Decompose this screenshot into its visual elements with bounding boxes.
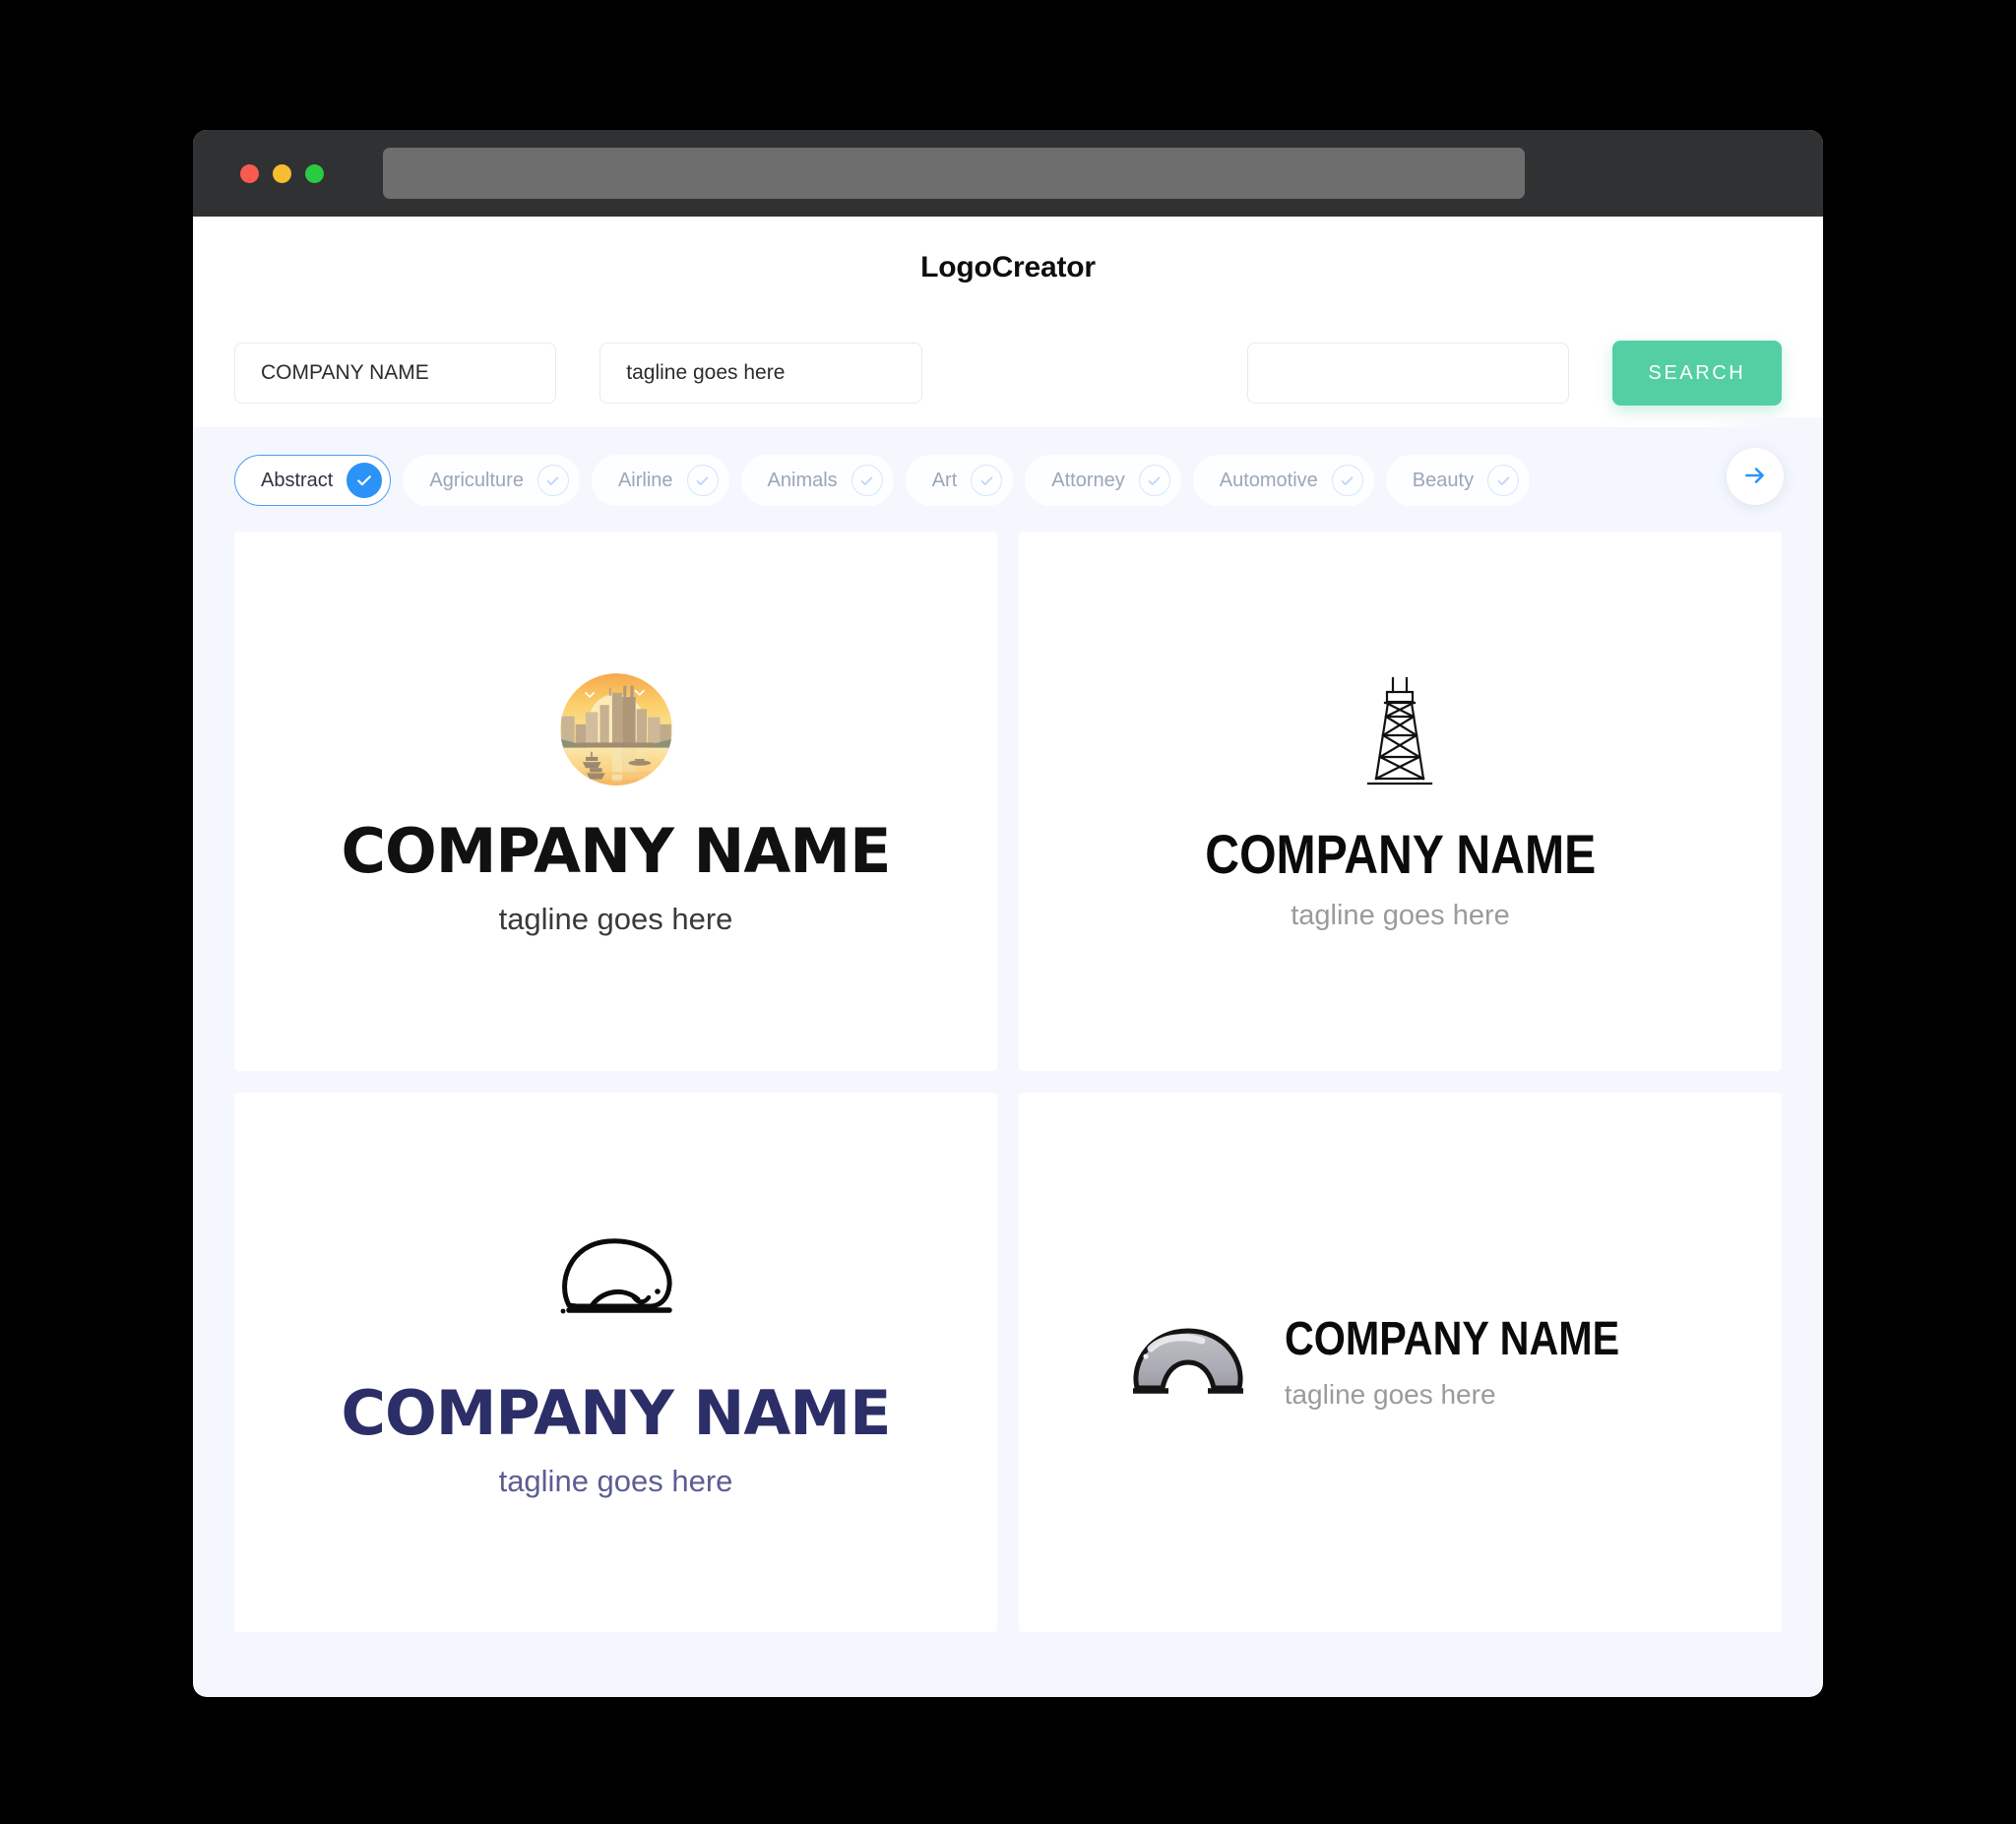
check-circle-icon [850, 465, 883, 496]
logo-card[interactable]: COMPANY NAME tagline goes here [1019, 1093, 1782, 1632]
address-bar-input[interactable] [383, 148, 1525, 199]
logo-preview: COMPANY NAME tagline goes here [342, 668, 891, 934]
logo-card[interactable]: COMPANY NAME tagline goes here [234, 1093, 997, 1632]
logo-company-name: COMPANY NAME [341, 1377, 892, 1449]
check-circle-icon [971, 465, 1003, 496]
check-circle-icon [536, 465, 569, 496]
category-chip-attorney[interactable]: Attorney [1025, 455, 1181, 506]
arrow-right-icon [1742, 463, 1768, 491]
logo-text-block: COMPANY NAME tagline goes here [1285, 1316, 1674, 1409]
check-circle-icon [1487, 465, 1520, 496]
app-title: LogoCreator [920, 251, 1096, 283]
search-toolbar: SEARCH [193, 319, 1823, 427]
category-chip-label: Agriculture [429, 469, 524, 491]
check-circle-filled-icon [346, 463, 383, 498]
close-window-button[interactable] [240, 163, 259, 183]
logo-tagline: tagline goes here [498, 1464, 733, 1498]
category-chip-automotive[interactable]: Automotive [1192, 455, 1374, 506]
logo-preview: COMPANY NAME tagline goes here [1173, 672, 1628, 930]
category-chip-label: Animals [767, 469, 838, 491]
category-chip-beauty[interactable]: Beauty [1385, 455, 1531, 506]
keyword-input[interactable] [1246, 343, 1569, 404]
category-chip-agriculture[interactable]: Agriculture [403, 455, 580, 506]
category-chip-list: Abstract Agriculture Airline Animals Art Atto… [234, 455, 1823, 506]
city-skyline-sunset-icon [555, 673, 677, 794]
category-chip-label: Art [931, 469, 958, 491]
logo-results-grid: COMPANY NAME tagline goes here COMPANY N… [193, 526, 1823, 1671]
traffic-light-buttons [240, 163, 324, 183]
search-button[interactable]: SEARCH [1611, 341, 1783, 406]
logo-card[interactable]: COMPANY NAME tagline goes here [234, 532, 997, 1071]
minimize-window-button[interactable] [273, 163, 291, 183]
category-chip-abstract[interactable]: Abstract [234, 455, 392, 506]
check-circle-icon [1138, 465, 1170, 496]
category-chip-label: Attorney [1051, 469, 1125, 491]
window-titlebar [193, 130, 1823, 217]
logo-company-name: COMPANY NAME [1205, 823, 1596, 885]
check-circle-icon [686, 465, 719, 496]
categories-scroll-next-button[interactable] [1727, 448, 1784, 505]
logo-company-name: COMPANY NAME [341, 815, 892, 887]
category-chip-label: Abstract [261, 469, 334, 491]
tagline-input[interactable] [599, 343, 922, 404]
sleeping-blob-creature-icon [547, 1238, 685, 1327]
category-chip-label: Beauty [1412, 469, 1475, 491]
maximize-window-button[interactable] [305, 163, 324, 183]
category-chip-art[interactable]: Art [905, 455, 1014, 506]
logo-tagline: tagline goes here [1291, 900, 1510, 931]
app-header: LogoCreator [193, 217, 1823, 319]
logo-card[interactable]: COMPANY NAME tagline goes here [1019, 532, 1782, 1071]
logo-tagline: tagline goes here [1284, 1379, 1496, 1410]
category-chip-animals[interactable]: Animals [740, 455, 894, 506]
category-chip-label: Automotive [1219, 469, 1318, 491]
category-chip-airline[interactable]: Airline [591, 455, 729, 506]
category-filter-bar: Abstract Agriculture Airline Animals Art Atto… [193, 417, 1823, 526]
logo-company-name: COMPANY NAME [1284, 1313, 1619, 1365]
category-chip-label: Airline [617, 469, 673, 491]
oil-derrick-tower-icon [1355, 676, 1444, 798]
browser-window: LogoCreator SEARCH Abstract Agriculture Ai… [193, 130, 1823, 1697]
logo-preview: COMPANY NAME tagline goes here [1127, 1316, 1674, 1409]
grey-arch-bridge-icon [1127, 1319, 1251, 1407]
company-name-input[interactable] [234, 343, 557, 404]
logo-preview: COMPANY NAME tagline goes here [342, 1228, 891, 1496]
logo-tagline: tagline goes here [498, 902, 733, 936]
check-circle-icon [1331, 465, 1363, 496]
